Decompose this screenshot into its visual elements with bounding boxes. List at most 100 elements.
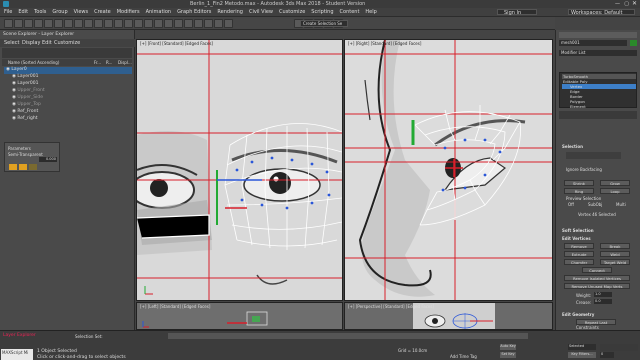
tab-display[interactable]: Display [22,40,40,46]
swatch-orange[interactable] [9,164,17,170]
menu-customize[interactable]: Customize [279,9,305,15]
workspace-select[interactable]: Workspaces: Default [568,9,635,16]
toolbar-button-12[interactable] [114,19,123,28]
preview-subobj-radio[interactable]: SubObj [588,202,602,207]
viewport-perspective[interactable]: [+] [Perspective] [Standard] [Edged Face… [344,302,553,330]
viewport-front[interactable]: [+] [Front] [Standard] [Edged Faces] [136,39,343,301]
maximize-icon[interactable]: ▢ [624,1,629,7]
menu-help[interactable]: Help [365,9,376,15]
menu-civil-view[interactable]: Civil View [249,9,273,15]
toolbar-button-15[interactable] [144,19,153,28]
selection-rollout-title[interactable]: Selection [562,144,583,149]
swatch-orange-2[interactable] [19,164,27,170]
add-time-tag[interactable]: Add Time Tag [450,354,477,359]
toolbar-button-9[interactable] [84,19,93,28]
toolbar-button-17[interactable] [164,19,173,28]
remove-isolated-button[interactable]: Remove Isolated Vertices [564,275,630,281]
menu-views[interactable]: Views [74,9,88,15]
stack-item-element[interactable]: Element [562,104,636,109]
viewport-right[interactable]: [+] [Right] [Standard] [Edged Faces] [344,39,553,301]
playback-controls[interactable] [600,344,638,351]
tab-select[interactable]: Select [4,40,19,46]
object-color-swatch[interactable] [630,40,637,46]
toolbar-button-2[interactable] [14,19,23,28]
close-icon[interactable]: ✕ [632,0,637,7]
menu-edit[interactable]: Edit [18,9,28,15]
toolbar-button-16[interactable] [154,19,163,28]
chamfer-button[interactable]: Chamfer [564,259,594,265]
toolbar-button-23[interactable] [224,19,233,28]
layer-row[interactable]: ◉ Upper_Side [4,95,132,102]
layer-row[interactable]: ◉ Ref_right [4,116,132,123]
layer-row[interactable]: ◉ Upper_Front [4,88,132,95]
layer-explorer-footer[interactable]: Layer Explorer [3,333,36,338]
layer-row[interactable]: ◉ Layer001 [4,74,132,81]
grow-button[interactable]: Grow [600,180,630,186]
toolbar-button-5[interactable] [44,19,53,28]
frame-field[interactable]: 0 [600,352,614,358]
connect-button[interactable]: Connect [582,267,612,273]
toolbar-button-7[interactable] [64,19,73,28]
menu-create[interactable]: Create [94,9,111,15]
toolbar-button-20[interactable] [194,19,203,28]
toolbar-button-11[interactable] [104,19,113,28]
menu-file[interactable]: File [4,9,12,15]
layer-row[interactable]: ◉ Ref_Front [4,109,132,116]
toolbar-button-19[interactable] [184,19,193,28]
selection-set-dropdown[interactable]: Create Selection Se [300,20,348,27]
layer-row[interactable]: ◉ Upper_Top [4,102,132,109]
toolbar-button-22[interactable] [214,19,223,28]
ignore-backfacing-checkbox[interactable]: Ignore Backfacing [566,167,602,172]
crease-field[interactable]: 0.0 [594,299,612,304]
col-frozen[interactable]: Fr... [94,60,101,65]
preview-off-radio[interactable]: Off [568,202,574,207]
swatch-olive[interactable] [29,164,37,170]
modifier-list-dropdown[interactable]: Modifier List [559,50,637,56]
selected-dropdown[interactable]: Selected [568,344,596,350]
break-button[interactable]: Break [600,243,630,249]
timeline-track[interactable] [168,333,528,339]
toolbar-button-4[interactable] [34,19,43,28]
toolbar-button-21[interactable] [204,19,213,28]
menu-scripting[interactable]: Scripting [311,9,333,15]
weld-button[interactable]: Weld [600,251,630,257]
setkey-button[interactable]: Set Key [500,352,516,358]
menu-rendering[interactable]: Rendering [217,9,243,15]
autokey-button[interactable]: Auto Key [500,344,516,350]
menu-graph-editors[interactable]: Graph Editors [177,9,211,15]
minimize-icon[interactable]: — [615,1,620,7]
remove-button[interactable]: Remove [564,243,594,249]
toolbar-button-6[interactable] [54,19,63,28]
edit-geometry-rollout[interactable]: Edit Geometry [562,312,594,317]
menu-group[interactable]: Group [52,9,67,15]
toolbar-button-14[interactable] [134,19,143,28]
preview-multi-radio[interactable]: Multi [616,202,626,207]
viewport-front-label[interactable]: [+] [Front] [Standard] [Edged Faces] [140,41,213,46]
float-panel-value[interactable]: 0.000 [39,157,57,162]
col-name[interactable]: Name (Sorted Ascending) [8,60,59,65]
soft-selection-rollout[interactable]: Soft Selection [562,228,594,233]
tab-edit[interactable]: Edit [42,40,52,46]
toolbar-button-13[interactable] [124,19,133,28]
remove-unused-button[interactable]: Remove Unused Map Verts [564,283,630,289]
shrink-button[interactable]: Shrink [564,180,594,186]
toolbar-button-3[interactable] [24,19,33,28]
target-weld-button[interactable]: Target Weld [600,259,630,265]
viewport-right-label[interactable]: [+] [Right] [Standard] [Edged Faces] [348,41,421,46]
object-name-field[interactable]: mesh001 [559,40,627,46]
weight-field[interactable]: 1.0 [594,292,612,297]
layer-row[interactable]: ◉ Layer0 [4,67,132,74]
edit-vertices-rollout[interactable]: Edit Vertices [562,236,591,241]
maxscript-listener[interactable]: MAXScript Mi [1,349,33,360]
col-render[interactable]: R... [106,60,112,65]
loop-button[interactable]: Loop [600,188,630,194]
toolbar-button-18[interactable] [174,19,183,28]
extrude-button[interactable]: Extrude [564,251,594,257]
key-filters-button[interactable]: Key Filters... [568,352,596,358]
toolbar-button-10[interactable] [94,19,103,28]
menu-tools[interactable]: Tools [34,9,46,15]
viewport-left[interactable]: [+] [Left] [Standard] [Edged Faces] [136,302,343,330]
menu-animation[interactable]: Animation [146,9,172,15]
signin-button[interactable]: Sign In [497,9,537,16]
ring-button[interactable]: Ring [564,188,594,194]
